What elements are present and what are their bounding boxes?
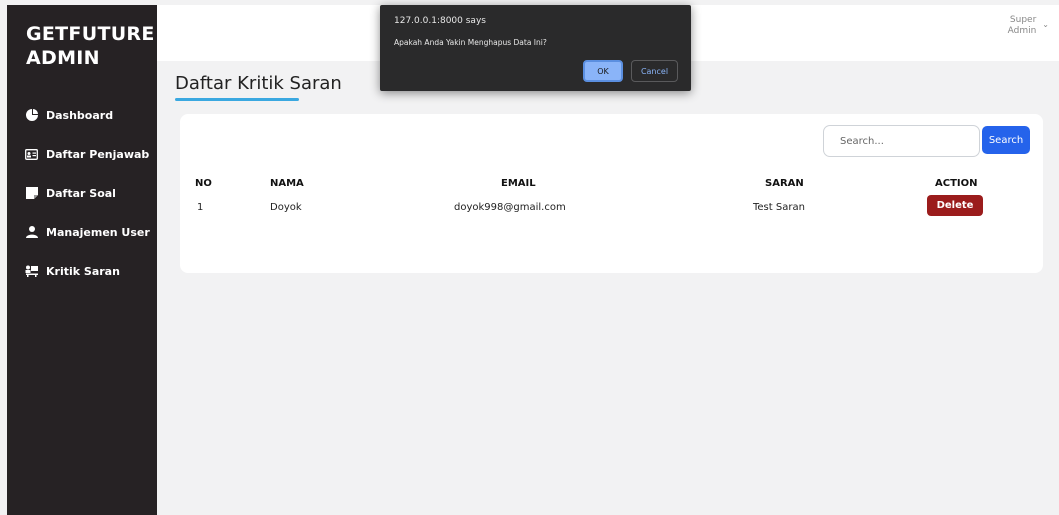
cell-email: doyok998@gmail.com [454,202,566,213]
page-title: Daftar Kritik Saran [175,73,342,94]
dialog-message: Apakah Anda Yakin Menghapus Data Ini? [394,38,547,47]
sidebar-item-label: Kritik Saran [46,264,120,278]
confirm-dialog: 127.0.0.1:8000 says Apakah Anda Yakin Me… [380,5,691,91]
cell-no: 1 [197,202,204,213]
sidebar-item-label: Daftar Soal [46,186,116,200]
sidebar-item-label: Dashboard [46,108,114,122]
people-table-icon [25,265,38,278]
cell-nama: Doyok [270,202,302,213]
user-menu[interactable]: Super Admin ⌄ [1008,15,1049,37]
brand-line-2: ADMIN [26,47,100,69]
sidebar-item-daftar-soal[interactable]: Daftar Soal [7,183,157,203]
search-button[interactable]: Search [982,126,1030,154]
title-underline [175,98,299,101]
user-icon [25,226,38,239]
ok-button[interactable]: OK [583,60,623,82]
brand-logo: GETFUTURE ADMIN [26,22,155,70]
sidebar-item-daftar-penjawab[interactable]: Daftar Penjawab [7,144,157,164]
cancel-button[interactable]: Cancel [631,60,678,82]
chart-pie-icon [25,109,38,122]
sidebar: GETFUTURE ADMIN Dashboard Daftar Penjawa… [7,5,157,515]
sidebar-item-kritik-saran[interactable]: Kritik Saran [7,261,157,281]
user-name-line-2: Admin [1007,26,1037,36]
sidebar-item-manajemen-user[interactable]: Manajemen User [7,222,157,242]
column-header-no: NO [195,178,212,189]
brand-line-1: GETFUTURE [26,23,155,45]
id-card-icon [25,148,38,161]
column-header-email: EMAIL [501,178,536,189]
sidebar-item-dashboard[interactable]: Dashboard [7,105,157,125]
note-icon [25,187,38,200]
dialog-origin: 127.0.0.1:8000 says [394,16,486,26]
sidebar-item-label: Daftar Penjawab [46,147,150,161]
chevron-down-icon: ⌄ [1042,20,1049,29]
column-header-saran: SARAN [765,178,804,189]
sidebar-nav: Dashboard Daftar Penjawab Daftar Soal Ma… [7,105,157,300]
delete-button[interactable]: Delete [927,195,983,216]
user-name-line-1: Super [1009,15,1037,25]
column-header-action: ACTION [935,178,978,189]
sidebar-item-label: Manajemen User [46,225,150,239]
cell-saran: Test Saran [753,202,805,213]
column-header-nama: NAMA [270,178,304,189]
user-name: Super Admin [1008,15,1037,37]
search-input[interactable] [823,125,980,157]
